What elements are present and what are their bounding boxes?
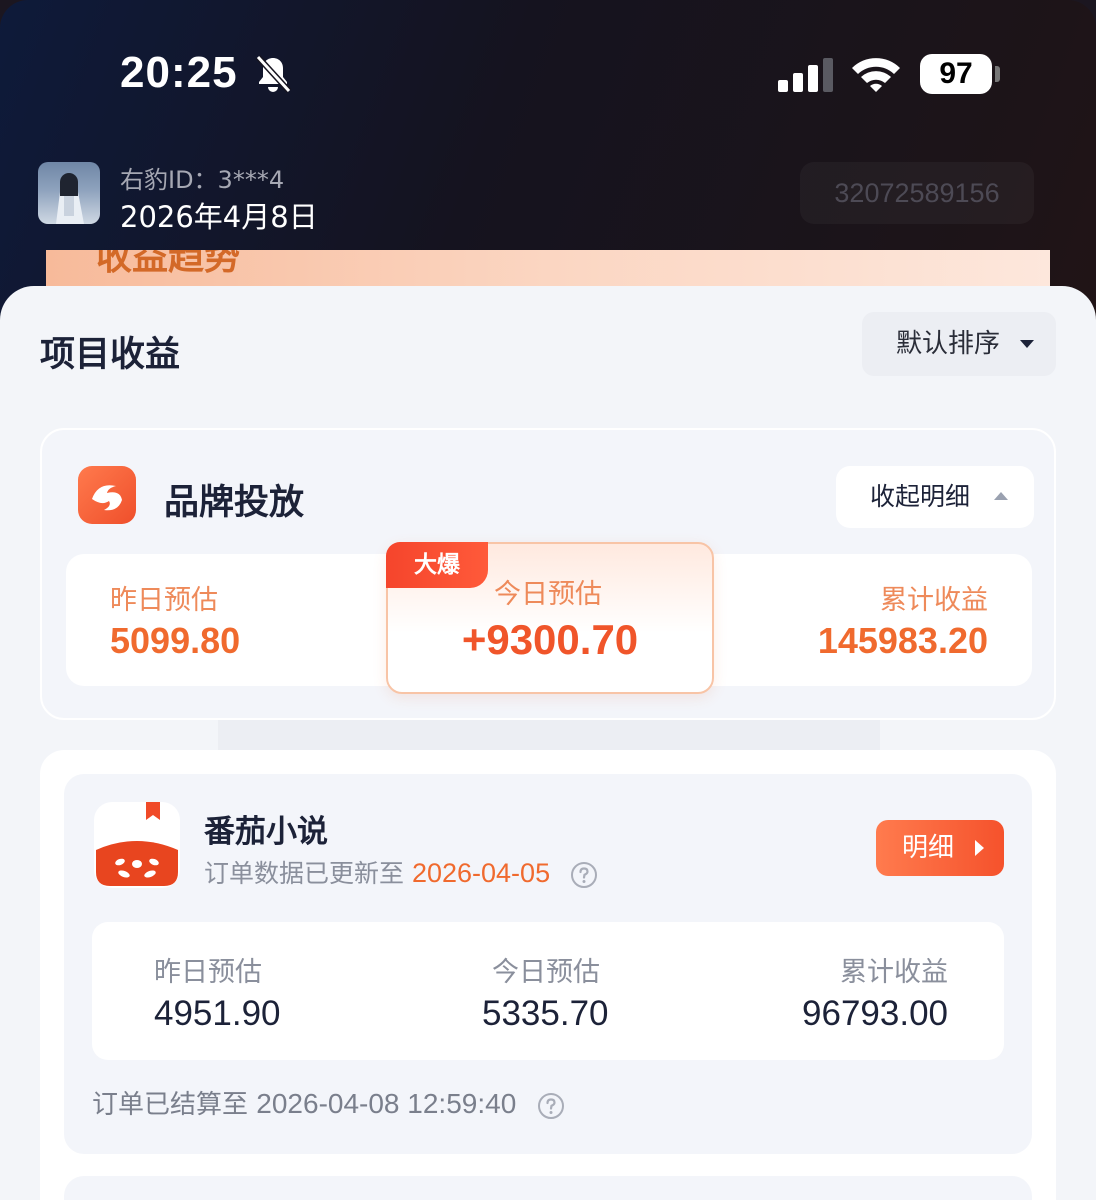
user-id: 右豹ID：3***4 <box>120 166 285 194</box>
sort-label: 默认排序 <box>896 329 1001 359</box>
brand-today-value: +9300.70 <box>461 616 639 663</box>
section-title: 项目收益 <box>40 335 181 375</box>
fanqie-novel-card: 番茄小说 订单数据已更新至 2026-04-05 明细 昨日预估 4951.90… <box>64 774 1032 1154</box>
sort-dropdown[interactable]: 默认排序 <box>862 312 1056 376</box>
brand-placement-card: 品牌投放 收起明细 昨日预估 5099.80 累计收益 145983.20 大爆… <box>40 428 1056 720</box>
brand-placement-name: 品牌投放 <box>164 483 305 523</box>
project-earnings-sheet: 项目收益 默认排序 品牌投放 收起明细 昨日预估 5099.80 累计收益 14… <box>0 286 1096 1200</box>
brand-total-value: 145983.20 <box>817 620 988 661</box>
fanqie-total-label: 累计收益 <box>840 957 948 988</box>
wifi-icon <box>852 58 900 92</box>
signal-icon <box>778 58 833 92</box>
collapse-details-button[interactable]: 收起明细 <box>836 466 1034 528</box>
brand-yesterday-value: 5099.80 <box>110 620 241 661</box>
earnings-trend-banner[interactable]: 收益趋势 <box>46 250 1050 290</box>
settlement-prefix: 订单已结算至 <box>92 1090 249 1120</box>
fanqie-total-value: 96793.00 <box>802 994 948 1033</box>
brand-total-label: 累计收益 <box>880 585 988 616</box>
question-circle-icon[interactable] <box>570 861 598 889</box>
order-update-prefix: 订单数据已更新至 <box>204 859 405 888</box>
bell-off-icon <box>255 54 292 94</box>
brand-placement-icon <box>78 466 136 524</box>
status-time: 20:25 <box>120 48 238 97</box>
question-circle-icon[interactable] <box>537 1092 565 1120</box>
hot-badge: 大爆 <box>386 542 488 588</box>
settlement-time: 2026-04-08 12:59:40 <box>256 1088 517 1119</box>
app-screen: 20:25 97 右豹ID：3***4 2026年4月8日 3207258915… <box>0 0 1096 1200</box>
triangle-right-icon <box>975 840 984 856</box>
details-button[interactable]: 明细 <box>876 820 1004 876</box>
settlement-note: 订单已结算至 2026-04-08 12:59:40 <box>92 1084 565 1121</box>
order-update-note: 订单数据已更新至 2026-04-05 <box>204 854 598 890</box>
order-update-date: 2026-04-05 <box>411 858 551 888</box>
collapse-label: 收起明细 <box>870 482 971 511</box>
details-label: 明细 <box>902 833 955 863</box>
card-connector <box>218 720 880 750</box>
caret-down-icon <box>1020 340 1034 348</box>
fanqie-novel-icon <box>94 802 180 888</box>
fanqie-yesterday-value: 4951.90 <box>154 994 281 1033</box>
sub-projects-container: 番茄小说 订单数据已更新至 2026-04-05 明细 昨日预估 4951.90… <box>40 750 1056 1200</box>
avatar-illustration <box>56 173 84 224</box>
account-number[interactable]: 32072589156 <box>800 162 1034 224</box>
fanqie-stats-panel: 昨日预估 4951.90 今日预估 5335.70 累计收益 96793.00 <box>92 922 1004 1060</box>
fanqie-today-value: 5335.70 <box>482 994 609 1033</box>
brand-today-label: 今日预估 <box>494 579 602 610</box>
fanqie-yesterday-label: 昨日预估 <box>154 957 262 988</box>
fanqie-today-label: 今日预估 <box>492 957 600 988</box>
caret-up-icon <box>994 492 1008 500</box>
earnings-trend-title: 收益趋势 <box>96 250 241 278</box>
next-project-card[interactable] <box>64 1176 1032 1200</box>
brand-today-highlight: 大爆 今日预估 +9300.70 <box>386 542 714 694</box>
user-date: 2026年4月8日 <box>120 200 318 234</box>
avatar[interactable] <box>38 162 100 224</box>
fanqie-novel-name: 番茄小说 <box>204 814 328 850</box>
battery-icon: 97 <box>920 54 992 94</box>
brand-yesterday-label: 昨日预估 <box>110 585 218 616</box>
battery-tip <box>995 66 1000 82</box>
